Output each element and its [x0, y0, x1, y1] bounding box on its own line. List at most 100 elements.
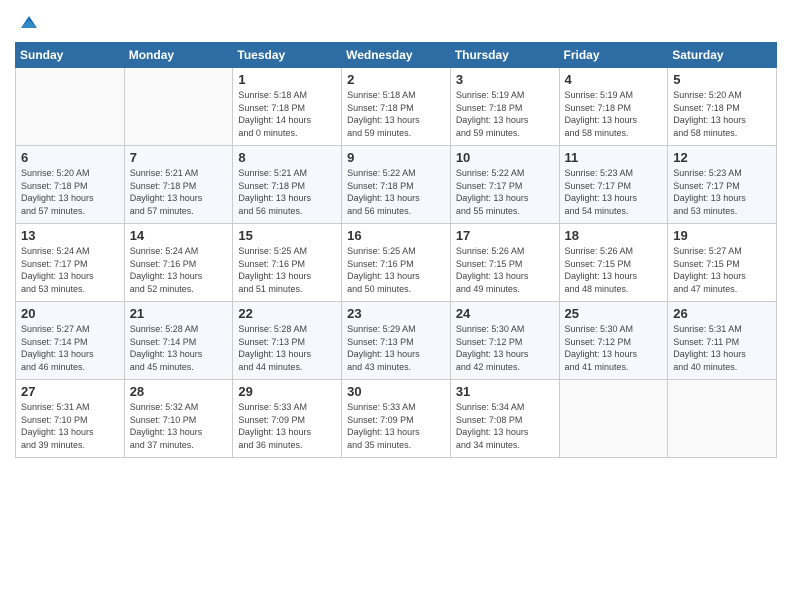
day-cell: 28Sunrise: 5:32 AM Sunset: 7:10 PM Dayli… — [124, 380, 233, 458]
day-number: 14 — [130, 228, 228, 243]
day-cell: 17 Sunrise: 5:26 AM Sunset: 7:15 PM Dayli… — [450, 224, 559, 302]
day-number: 12 — [673, 150, 771, 165]
day-number: 18 — [565, 228, 663, 243]
day-number: 25 — [565, 306, 663, 321]
day-cell: 14 Sunrise: 5:24 AM Sunset: 7:16 PM Dayli… — [124, 224, 233, 302]
day-info: Sunrise: 5:21 AM Sunset: 7:18 PM Dayligh… — [130, 167, 228, 217]
calendar-page: SundayMondayTuesdayWednesdayThursdayFrid… — [0, 0, 792, 612]
week-row-3: 13 Sunrise: 5:24 AM Sunset: 7:17 PM Dayli… — [16, 224, 777, 302]
day-header-saturday: Saturday — [668, 43, 777, 68]
day-cell: 9 Sunrise: 5:22 AM Sunset: 7:18 PM Daylig… — [342, 146, 451, 224]
day-number: 21 — [130, 306, 228, 321]
day-number: 15 — [238, 228, 336, 243]
day-header-wednesday: Wednesday — [342, 43, 451, 68]
day-info: Sunrise: 5:20 AM Sunset: 7:18 PM Dayligh… — [21, 167, 119, 217]
day-info: Sunrise: 5:24 AM Sunset: 7:17 PM Dayligh… — [21, 245, 119, 295]
day-cell: 20 Sunrise: 5:27 AM Sunset: 7:14 PM Dayli… — [16, 302, 125, 380]
day-cell: 8Sunrise: 5:21 AM Sunset: 7:18 PM Daylig… — [233, 146, 342, 224]
day-number: 13 — [21, 228, 119, 243]
day-cell: 6 Sunrise: 5:20 AM Sunset: 7:18 PM Daylig… — [16, 146, 125, 224]
day-cell: 16Sunrise: 5:25 AM Sunset: 7:16 PM Dayli… — [342, 224, 451, 302]
day-number: 11 — [565, 150, 663, 165]
day-info: Sunrise: 5:20 AM Sunset: 7:18 PM Dayligh… — [673, 89, 771, 139]
day-number: 23 — [347, 306, 445, 321]
day-cell: 12Sunrise: 5:23 AM Sunset: 7:17 PM Dayli… — [668, 146, 777, 224]
day-info: Sunrise: 5:33 AM Sunset: 7:09 PM Dayligh… — [347, 401, 445, 451]
day-header-thursday: Thursday — [450, 43, 559, 68]
day-cell: 30 Sunrise: 5:33 AM Sunset: 7:09 PM Dayli… — [342, 380, 451, 458]
day-number: 5 — [673, 72, 771, 87]
day-info: Sunrise: 5:25 AM Sunset: 7:16 PM Dayligh… — [238, 245, 336, 295]
day-number: 22 — [238, 306, 336, 321]
day-info: Sunrise: 5:26 AM Sunset: 7:15 PM Dayligh… — [565, 245, 663, 295]
day-info: Sunrise: 5:28 AM Sunset: 7:14 PM Dayligh… — [130, 323, 228, 373]
day-cell — [668, 380, 777, 458]
day-cell: 26 Sunrise: 5:31 AM Sunset: 7:11 PM Dayli… — [668, 302, 777, 380]
day-number: 26 — [673, 306, 771, 321]
day-number: 19 — [673, 228, 771, 243]
day-cell: 3 Sunrise: 5:19 AM Sunset: 7:18 PM Daylig… — [450, 68, 559, 146]
day-info: Sunrise: 5:26 AM Sunset: 7:15 PM Dayligh… — [456, 245, 554, 295]
logo — [15, 10, 41, 34]
day-cell: 23 Sunrise: 5:29 AM Sunset: 7:13 PM Dayli… — [342, 302, 451, 380]
logo-icon — [17, 10, 41, 34]
day-info: Sunrise: 5:19 AM Sunset: 7:18 PM Dayligh… — [565, 89, 663, 139]
day-info: Sunrise: 5:31 AM Sunset: 7:11 PM Dayligh… — [673, 323, 771, 373]
day-number: 1 — [238, 72, 336, 87]
day-cell: 25 Sunrise: 5:30 AM Sunset: 7:12 PM Dayli… — [559, 302, 668, 380]
day-info: Sunrise: 5:19 AM Sunset: 7:18 PM Dayligh… — [456, 89, 554, 139]
day-cell: 21 Sunrise: 5:28 AM Sunset: 7:14 PM Dayli… — [124, 302, 233, 380]
day-info: Sunrise: 5:34 AM Sunset: 7:08 PM Dayligh… — [456, 401, 554, 451]
day-info: Sunrise: 5:27 AM Sunset: 7:14 PM Dayligh… — [21, 323, 119, 373]
day-cell: 13 Sunrise: 5:24 AM Sunset: 7:17 PM Dayli… — [16, 224, 125, 302]
day-number: 29 — [238, 384, 336, 399]
week-row-2: 6 Sunrise: 5:20 AM Sunset: 7:18 PM Daylig… — [16, 146, 777, 224]
day-info: Sunrise: 5:24 AM Sunset: 7:16 PM Dayligh… — [130, 245, 228, 295]
day-cell: 7 Sunrise: 5:21 AM Sunset: 7:18 PM Daylig… — [124, 146, 233, 224]
week-row-5: 27 Sunrise: 5:31 AM Sunset: 7:10 PM Dayli… — [16, 380, 777, 458]
day-number: 20 — [21, 306, 119, 321]
day-info: Sunrise: 5:33 AM Sunset: 7:09 PM Dayligh… — [238, 401, 336, 451]
day-cell: 24Sunrise: 5:30 AM Sunset: 7:12 PM Dayli… — [450, 302, 559, 380]
day-number: 3 — [456, 72, 554, 87]
day-number: 6 — [21, 150, 119, 165]
day-number: 27 — [21, 384, 119, 399]
day-number: 9 — [347, 150, 445, 165]
day-cell: 18 Sunrise: 5:26 AM Sunset: 7:15 PM Dayli… — [559, 224, 668, 302]
day-number: 16 — [347, 228, 445, 243]
day-number: 4 — [565, 72, 663, 87]
week-row-1: 1Sunrise: 5:18 AM Sunset: 7:18 PM Daylig… — [16, 68, 777, 146]
day-number: 28 — [130, 384, 228, 399]
day-cell: 4 Sunrise: 5:19 AM Sunset: 7:18 PM Daylig… — [559, 68, 668, 146]
day-cell: 19 Sunrise: 5:27 AM Sunset: 7:15 PM Dayli… — [668, 224, 777, 302]
day-header-monday: Monday — [124, 43, 233, 68]
day-info: Sunrise: 5:22 AM Sunset: 7:18 PM Dayligh… — [347, 167, 445, 217]
day-cell: 2Sunrise: 5:18 AM Sunset: 7:18 PM Daylig… — [342, 68, 451, 146]
day-cell: 5 Sunrise: 5:20 AM Sunset: 7:18 PM Daylig… — [668, 68, 777, 146]
day-number: 2 — [347, 72, 445, 87]
day-cell: 22 Sunrise: 5:28 AM Sunset: 7:13 PM Dayli… — [233, 302, 342, 380]
day-info: Sunrise: 5:31 AM Sunset: 7:10 PM Dayligh… — [21, 401, 119, 451]
day-info: Sunrise: 5:29 AM Sunset: 7:13 PM Dayligh… — [347, 323, 445, 373]
day-info: Sunrise: 5:21 AM Sunset: 7:18 PM Dayligh… — [238, 167, 336, 217]
day-number: 17 — [456, 228, 554, 243]
day-info: Sunrise: 5:30 AM Sunset: 7:12 PM Dayligh… — [456, 323, 554, 373]
day-cell: 10Sunrise: 5:22 AM Sunset: 7:17 PM Dayli… — [450, 146, 559, 224]
day-number: 31 — [456, 384, 554, 399]
day-cell: 11 Sunrise: 5:23 AM Sunset: 7:17 PM Dayli… — [559, 146, 668, 224]
day-info: Sunrise: 5:28 AM Sunset: 7:13 PM Dayligh… — [238, 323, 336, 373]
header — [15, 10, 777, 34]
week-row-4: 20 Sunrise: 5:27 AM Sunset: 7:14 PM Dayli… — [16, 302, 777, 380]
day-cell — [16, 68, 125, 146]
calendar-body: 1Sunrise: 5:18 AM Sunset: 7:18 PM Daylig… — [16, 68, 777, 458]
day-info: Sunrise: 5:27 AM Sunset: 7:15 PM Dayligh… — [673, 245, 771, 295]
day-info: Sunrise: 5:30 AM Sunset: 7:12 PM Dayligh… — [565, 323, 663, 373]
day-header-friday: Friday — [559, 43, 668, 68]
day-info: Sunrise: 5:22 AM Sunset: 7:17 PM Dayligh… — [456, 167, 554, 217]
day-number: 7 — [130, 150, 228, 165]
day-info: Sunrise: 5:23 AM Sunset: 7:17 PM Dayligh… — [565, 167, 663, 217]
calendar-table: SundayMondayTuesdayWednesdayThursdayFrid… — [15, 42, 777, 458]
days-header-row: SundayMondayTuesdayWednesdayThursdayFrid… — [16, 43, 777, 68]
day-header-tuesday: Tuesday — [233, 43, 342, 68]
day-number: 30 — [347, 384, 445, 399]
